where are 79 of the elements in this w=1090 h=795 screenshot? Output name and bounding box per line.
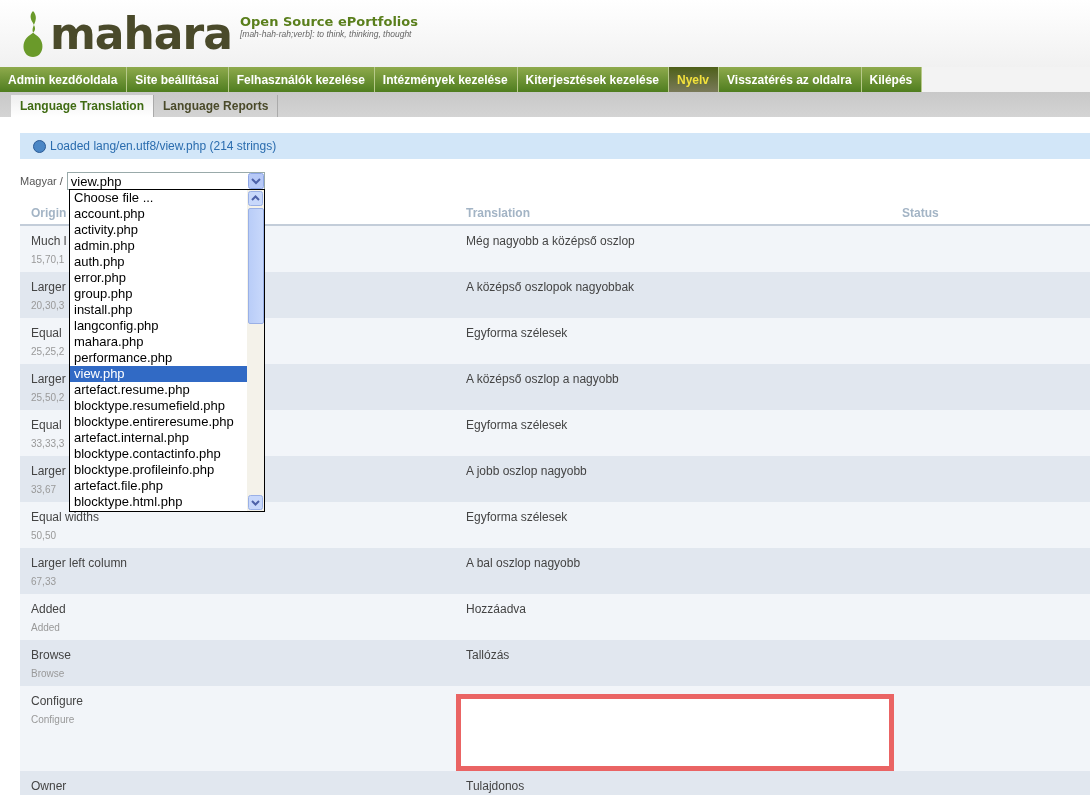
translation-field[interactable]: [456, 694, 894, 771]
translation-text: A jobb oszlop nagyobb: [466, 464, 587, 478]
original-text: Browse: [31, 648, 71, 662]
nav-tab[interactable]: Kiterjesztések kezelése: [517, 67, 669, 92]
string-key: 15,70,1: [31, 254, 65, 265]
dropdown-option[interactable]: view.php: [70, 366, 247, 382]
original-text: Equal widths: [31, 510, 100, 524]
dropdown-option[interactable]: artefact.resume.php: [70, 382, 247, 398]
column-header: Origin: [30, 205, 67, 220]
dropdown-option[interactable]: admin.php: [70, 238, 247, 254]
translation-text: Egyforma szélesek: [466, 418, 568, 432]
tagline: Open Source ePortfolios: [239, 14, 418, 29]
original-text: Equal: [31, 326, 62, 340]
nav-tab[interactable]: Felhasználók kezelése: [228, 67, 375, 92]
string-key: 33,67: [31, 484, 57, 495]
string-key: Browse: [31, 668, 65, 679]
string-key: 25,25,2: [31, 346, 65, 357]
original-text: Larger: [31, 464, 66, 478]
column-header: Status: [901, 205, 939, 220]
translation-text: Egyforma szélesek: [466, 326, 568, 340]
string-key: 20,30,3: [31, 300, 65, 311]
dropdown-option[interactable]: performance.php: [70, 350, 247, 366]
dropdown-option[interactable]: artefact.internal.php: [70, 430, 247, 446]
sub-tab[interactable]: Language Translation: [11, 95, 155, 117]
string-key: 67,33: [31, 576, 57, 587]
dropdown-option[interactable]: error.php: [70, 270, 247, 286]
dropdown-option[interactable]: blocktype.resumefield.php: [70, 398, 247, 414]
nav-tab[interactable]: Site beállításai: [127, 67, 229, 92]
string-key: Added: [31, 622, 60, 633]
nav-tab[interactable]: Kilépés: [861, 67, 923, 92]
dropdown-option[interactable]: blocktype.contactinfo.php: [70, 446, 247, 462]
scroll-down-icon[interactable]: [248, 495, 263, 510]
column-header: Translation: [465, 205, 530, 220]
string-key: 25,50,2: [31, 392, 65, 403]
string-key: Configure: [31, 714, 75, 725]
string-key: 50,50: [31, 530, 57, 541]
dropdown-option[interactable]: artefact.file.php: [70, 478, 247, 494]
original-text: Much l: [31, 234, 67, 248]
translation-text: Tallózás: [466, 648, 510, 662]
dropdown-option[interactable]: blocktype.profileinfo.php: [70, 462, 247, 478]
dropdown-option[interactable]: install.php: [70, 302, 247, 318]
original-text: Larger: [31, 372, 66, 386]
translation-text: A középső oszlop a nagyobb: [466, 372, 619, 386]
original-text: Added: [31, 602, 66, 616]
dropdown-option[interactable]: activity.php: [70, 222, 247, 238]
nav-tab[interactable]: Intézmények kezelése: [374, 67, 518, 92]
original-text: Equal: [31, 418, 62, 432]
nav-tab[interactable]: Visszatérés az oldalra: [719, 67, 862, 92]
nav-tab[interactable]: Admin kezdőoldala: [0, 67, 128, 92]
logo-text: mahara: [50, 11, 232, 56]
translation-text: Hozzáadva: [466, 602, 527, 616]
translation-text: A középső oszlopok nagyobbak: [466, 280, 635, 294]
original-text: Larger left column: [31, 556, 128, 570]
dropdown-option[interactable]: group.php: [70, 286, 247, 302]
dropdown-option[interactable]: mahara.php: [70, 334, 247, 350]
language-label: Magyar /: [20, 175, 63, 187]
message-text: Loaded lang/en.utf8/view.php (214 strings): [50, 139, 277, 153]
dropdown-option[interactable]: langconfig.php: [70, 318, 247, 334]
dropdown-option[interactable]: blocktype.entireresume.php: [70, 414, 247, 430]
dropdown-option[interactable]: auth.php: [70, 254, 247, 270]
original-text: Owner: [31, 779, 67, 793]
translation-text: Tulajdonos: [466, 779, 525, 793]
translation-text: Egyforma szélesek: [466, 510, 568, 524]
nav-tab[interactable]: Nyelv: [669, 67, 720, 92]
scroll-thumb[interactable]: [248, 208, 264, 324]
original-text: Larger: [31, 280, 66, 294]
translation-text: Még nagyobb a középső oszlop: [466, 234, 635, 248]
file-select[interactable]: view.php: [66, 172, 265, 190]
dropdown-option[interactable]: blocktype.html.php: [70, 494, 247, 510]
dropdown-option[interactable]: Choose file ...: [70, 190, 247, 206]
scroll-up-icon[interactable]: [248, 191, 263, 206]
sub-tab[interactable]: Language Reports: [154, 95, 279, 117]
help-icon: [33, 139, 46, 153]
original-text: Configure: [31, 694, 84, 708]
scrollbar[interactable]: [247, 190, 264, 511]
definition-text: [mah-hah-rah;verb]: to think, thinking, thought: [239, 29, 413, 39]
string-key: 33,33,3: [31, 438, 65, 449]
translation-text: A bal oszlop nagyobb: [466, 556, 581, 570]
dropdown-option[interactable]: account.php: [70, 206, 247, 222]
